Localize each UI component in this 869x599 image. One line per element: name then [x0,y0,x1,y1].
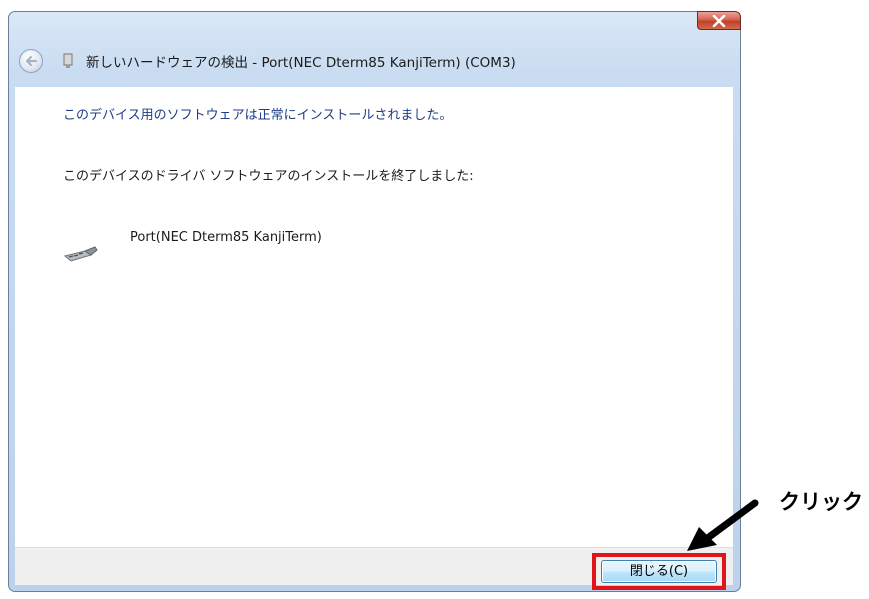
device-name: Port(NEC Dterm85 KanjiTerm) [130,230,322,245]
close-button[interactable]: 閉じる(C) [601,560,717,583]
close-icon [712,14,726,27]
click-annotation: クリック [779,490,863,514]
success-heading: このデバイス用のソフトウェアは正常にインストールされました。 [63,108,453,123]
back-button[interactable] [19,49,43,73]
window-close-button[interactable] [697,11,741,30]
status-text: このデバイスのドライバ ソフトウェアのインストールを終了しました: [63,169,474,184]
content-panel [15,87,733,547]
serial-port-icon [63,246,98,262]
pointer-arrow-icon [687,499,759,551]
window-title: 新しいハードウェアの検出 - Port(NEC Dterm85 KanjiTer… [86,55,516,71]
hardware-icon [63,53,73,68]
back-arrow-icon [25,55,38,67]
